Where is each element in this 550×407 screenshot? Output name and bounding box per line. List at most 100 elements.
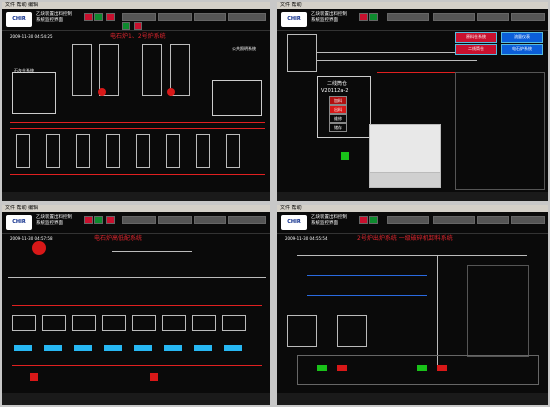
company-logo: CHIR <box>281 12 307 27</box>
transformer-icon[interactable] <box>32 241 46 255</box>
side-button[interactable]: 流量仪表 <box>501 32 543 43</box>
status-light <box>122 22 130 30</box>
footer-bar <box>277 393 548 405</box>
motor-icon[interactable] <box>98 88 106 96</box>
silo-state-store[interactable]: 储存 <box>329 123 347 132</box>
status-block <box>44 345 62 351</box>
screen-bottom-right: 文件 帮助 CHIR 乙炔装置出料控制系统监控界面 2号炉出炉系统 一级破碎机卸… <box>277 205 548 405</box>
feeder-cell[interactable] <box>222 315 246 331</box>
feeder-line <box>12 305 262 306</box>
nav-field[interactable] <box>158 216 192 224</box>
nav-field[interactable] <box>122 216 156 224</box>
feeder-line <box>12 365 262 366</box>
menu-bar[interactable]: 文件 帮助 编辑 <box>2 2 270 9</box>
furnace-bin[interactable] <box>136 134 150 168</box>
bus-bar <box>8 277 266 278</box>
screen-title: 2号炉出炉系统 一级破碎机卸料系统 <box>357 235 453 242</box>
status-block <box>134 345 152 351</box>
crusher[interactable] <box>337 315 367 347</box>
panel-label: 石灰仓系统 <box>14 68 34 73</box>
feed-line <box>377 72 457 73</box>
furnace-bin[interactable] <box>76 134 90 168</box>
nav-field[interactable] <box>228 216 266 224</box>
bus-bar <box>112 251 192 252</box>
nav-field[interactable] <box>158 13 192 21</box>
feeder-cell[interactable] <box>42 315 66 331</box>
feeder-cell[interactable] <box>12 315 36 331</box>
nav-field[interactable] <box>387 13 429 21</box>
side-button[interactable]: 二线筒仓 <box>455 44 497 55</box>
screen-top-left: 文件 帮助 编辑 CHIR 乙炔装置出料控制系统监控界面 电石炉1、2号炉系统 … <box>2 2 270 201</box>
screen-bottom-left: 文件 帮助 编辑 CHIR 乙炔装置出料控制系统监控界面 电石炉高低配系统 20… <box>2 205 270 405</box>
screen-top-right: 文件 帮助 CHIR 乙炔装置出料控制系统监控界面 二线筒仓 V20112a-2… <box>277 2 548 201</box>
conveyor <box>317 52 467 53</box>
menu-bar[interactable]: 文件 帮助 编辑 <box>2 205 270 212</box>
title-bar: CHIR 乙炔装置出料控制系统监控界面 <box>2 9 270 31</box>
footer-bar <box>2 192 270 201</box>
nav-field[interactable] <box>477 13 509 21</box>
status-block <box>224 345 242 351</box>
feed-line <box>10 122 265 123</box>
nav-field[interactable] <box>228 13 266 21</box>
status-block <box>74 345 92 351</box>
nav-field[interactable] <box>194 216 226 224</box>
nav-button[interactable] <box>94 13 103 21</box>
alarm-indicator <box>30 373 38 381</box>
nav-button[interactable] <box>106 216 115 224</box>
silo[interactable] <box>142 44 162 96</box>
status-block <box>164 345 182 351</box>
furnace-bin[interactable] <box>196 134 210 168</box>
nav-field[interactable] <box>433 216 475 224</box>
menu-bar[interactable]: 文件 帮助 <box>277 2 548 9</box>
nav-field[interactable] <box>511 13 545 21</box>
nav-button[interactable] <box>369 13 378 21</box>
nav-field[interactable] <box>433 13 475 21</box>
feeder-cell[interactable] <box>162 315 186 331</box>
side-button[interactable]: 原料仓系统 <box>455 32 497 43</box>
nav-button[interactable] <box>359 216 368 224</box>
furnace-bin[interactable] <box>16 134 30 168</box>
timestamp: 2009-11-30 04:54:25 <box>10 34 53 39</box>
nav-button[interactable] <box>359 13 368 21</box>
company-logo: CHIR <box>281 215 307 230</box>
nav-field[interactable] <box>194 13 226 21</box>
menu-bar[interactable]: 文件 帮助 <box>277 205 548 212</box>
silo-state-feed[interactable]: 加料 <box>329 96 347 105</box>
data-panel <box>12 72 56 114</box>
furnace-bin[interactable] <box>46 134 60 168</box>
nav-button[interactable] <box>94 216 103 224</box>
screen-title: 电石炉1、2号炉系统 <box>110 33 166 40</box>
hopper[interactable] <box>287 34 317 72</box>
nav-button[interactable] <box>369 216 378 224</box>
furnace-bin[interactable] <box>226 134 240 168</box>
nav-field[interactable] <box>477 216 509 224</box>
feeder-cell[interactable] <box>102 315 126 331</box>
water-line <box>307 295 427 296</box>
stop-indicator <box>337 365 347 371</box>
nav-field[interactable] <box>511 216 545 224</box>
nav-button[interactable] <box>106 13 115 21</box>
feeder-cell[interactable] <box>192 315 216 331</box>
nav-field[interactable] <box>122 13 156 21</box>
dialog-window[interactable] <box>369 124 441 174</box>
feeder-cell[interactable] <box>72 315 96 331</box>
nav-button[interactable] <box>84 13 93 21</box>
crusher[interactable] <box>287 315 317 347</box>
motor-icon[interactable] <box>167 88 175 96</box>
alarm-indicator <box>150 373 158 381</box>
furnace-bin[interactable] <box>166 134 180 168</box>
dialog-table[interactable] <box>369 172 441 188</box>
parameter-table <box>455 72 545 190</box>
side-button[interactable]: 电石炉系统 <box>501 44 543 55</box>
bus-bar <box>297 255 527 256</box>
silo[interactable] <box>72 44 92 96</box>
nav-field[interactable] <box>387 216 429 224</box>
furnace-bin[interactable] <box>106 134 120 168</box>
run-indicator <box>317 365 327 371</box>
feeder-cell[interactable] <box>132 315 156 331</box>
nav-button[interactable] <box>84 216 93 224</box>
silo-state-discharge[interactable]: 出料 <box>329 105 347 114</box>
silo-state-maintain[interactable]: 维修 <box>329 114 347 123</box>
footer-bar <box>277 192 548 201</box>
title-bar: CHIR 乙炔装置出料控制系统监控界面 <box>277 212 548 234</box>
